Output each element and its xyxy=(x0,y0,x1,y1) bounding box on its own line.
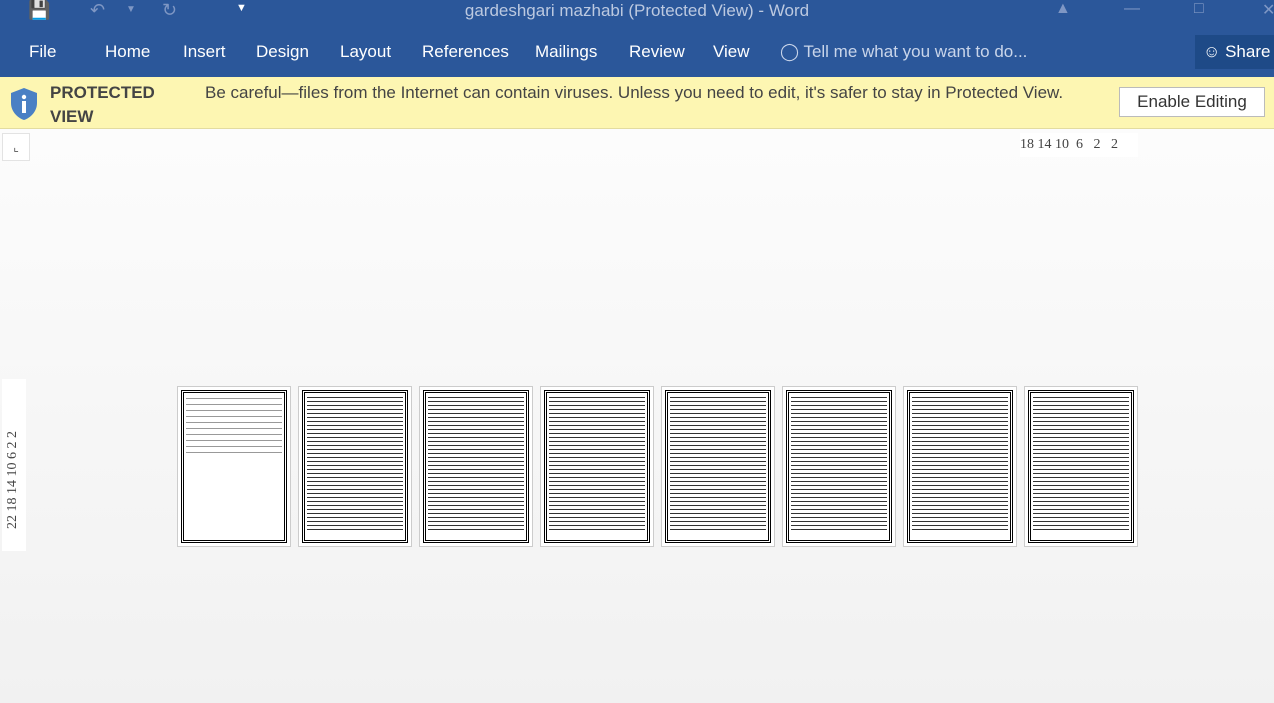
ribbon-display-icon[interactable]: ▲ xyxy=(1055,0,1071,18)
tab-view[interactable]: View xyxy=(713,42,750,62)
page-thumbnail[interactable] xyxy=(903,386,1017,547)
tab-layout[interactable]: Layout xyxy=(340,42,391,62)
title-bar: 💾 ↶ ▼ ↻ ▼ gardeshgari mazhabi (Protected… xyxy=(0,0,1274,30)
page-thumbnail[interactable] xyxy=(782,386,896,547)
lightbulb-icon: ◯ xyxy=(780,42,800,61)
page-thumbnail[interactable] xyxy=(540,386,654,547)
ribbon-tabs: File Home Insert Design Layout Reference… xyxy=(0,30,1274,77)
tab-insert[interactable]: Insert xyxy=(183,42,226,62)
tab-references[interactable]: References xyxy=(422,42,509,62)
tell-me-box[interactable]: ◯ Tell me what you want to do... xyxy=(780,42,1027,62)
maximize-icon[interactable]: □ xyxy=(1194,0,1204,18)
protected-view-message: Be careful—files from the Internet can c… xyxy=(205,83,1064,102)
minimize-icon[interactable]: — xyxy=(1124,0,1140,18)
share-button[interactable]: ☺ Share xyxy=(1195,35,1274,69)
horizontal-ruler[interactable]: 18 14 10 6 2 2 xyxy=(1020,133,1138,157)
person-add-icon: ☺ xyxy=(1203,42,1221,61)
tab-design[interactable]: Design xyxy=(256,42,309,62)
page-thumbnail[interactable] xyxy=(1024,386,1138,547)
enable-editing-button[interactable]: Enable Editing xyxy=(1119,87,1265,117)
vertical-ruler-labels: 22 18 14 10 6 2 2 xyxy=(5,431,20,529)
tab-selector[interactable]: ⌞ xyxy=(2,133,30,161)
tab-home[interactable]: Home xyxy=(105,42,150,62)
vertical-ruler[interactable]: 22 18 14 10 6 2 2 xyxy=(2,379,26,551)
close-icon[interactable]: ✕ xyxy=(1262,0,1274,20)
protected-view-title: PROTECTED VIEW xyxy=(50,83,155,126)
window-title: gardeshgari mazhabi (Protected View) - W… xyxy=(464,1,810,20)
page-thumbnail[interactable] xyxy=(661,386,775,547)
tab-review[interactable]: Review xyxy=(629,42,685,62)
tab-file[interactable]: File xyxy=(29,42,56,62)
tell-me-text: Tell me what you want to do... xyxy=(803,42,1028,61)
protected-view-bar: PROTECTED VIEW Be careful—files from the… xyxy=(0,77,1274,129)
tab-mailings[interactable]: Mailings xyxy=(535,42,597,62)
page-thumbnail[interactable] xyxy=(419,386,533,547)
page-thumbnail[interactable] xyxy=(298,386,412,547)
shield-info-icon xyxy=(11,88,37,120)
page-thumbnail[interactable] xyxy=(177,386,291,547)
share-label: Share xyxy=(1225,42,1271,61)
